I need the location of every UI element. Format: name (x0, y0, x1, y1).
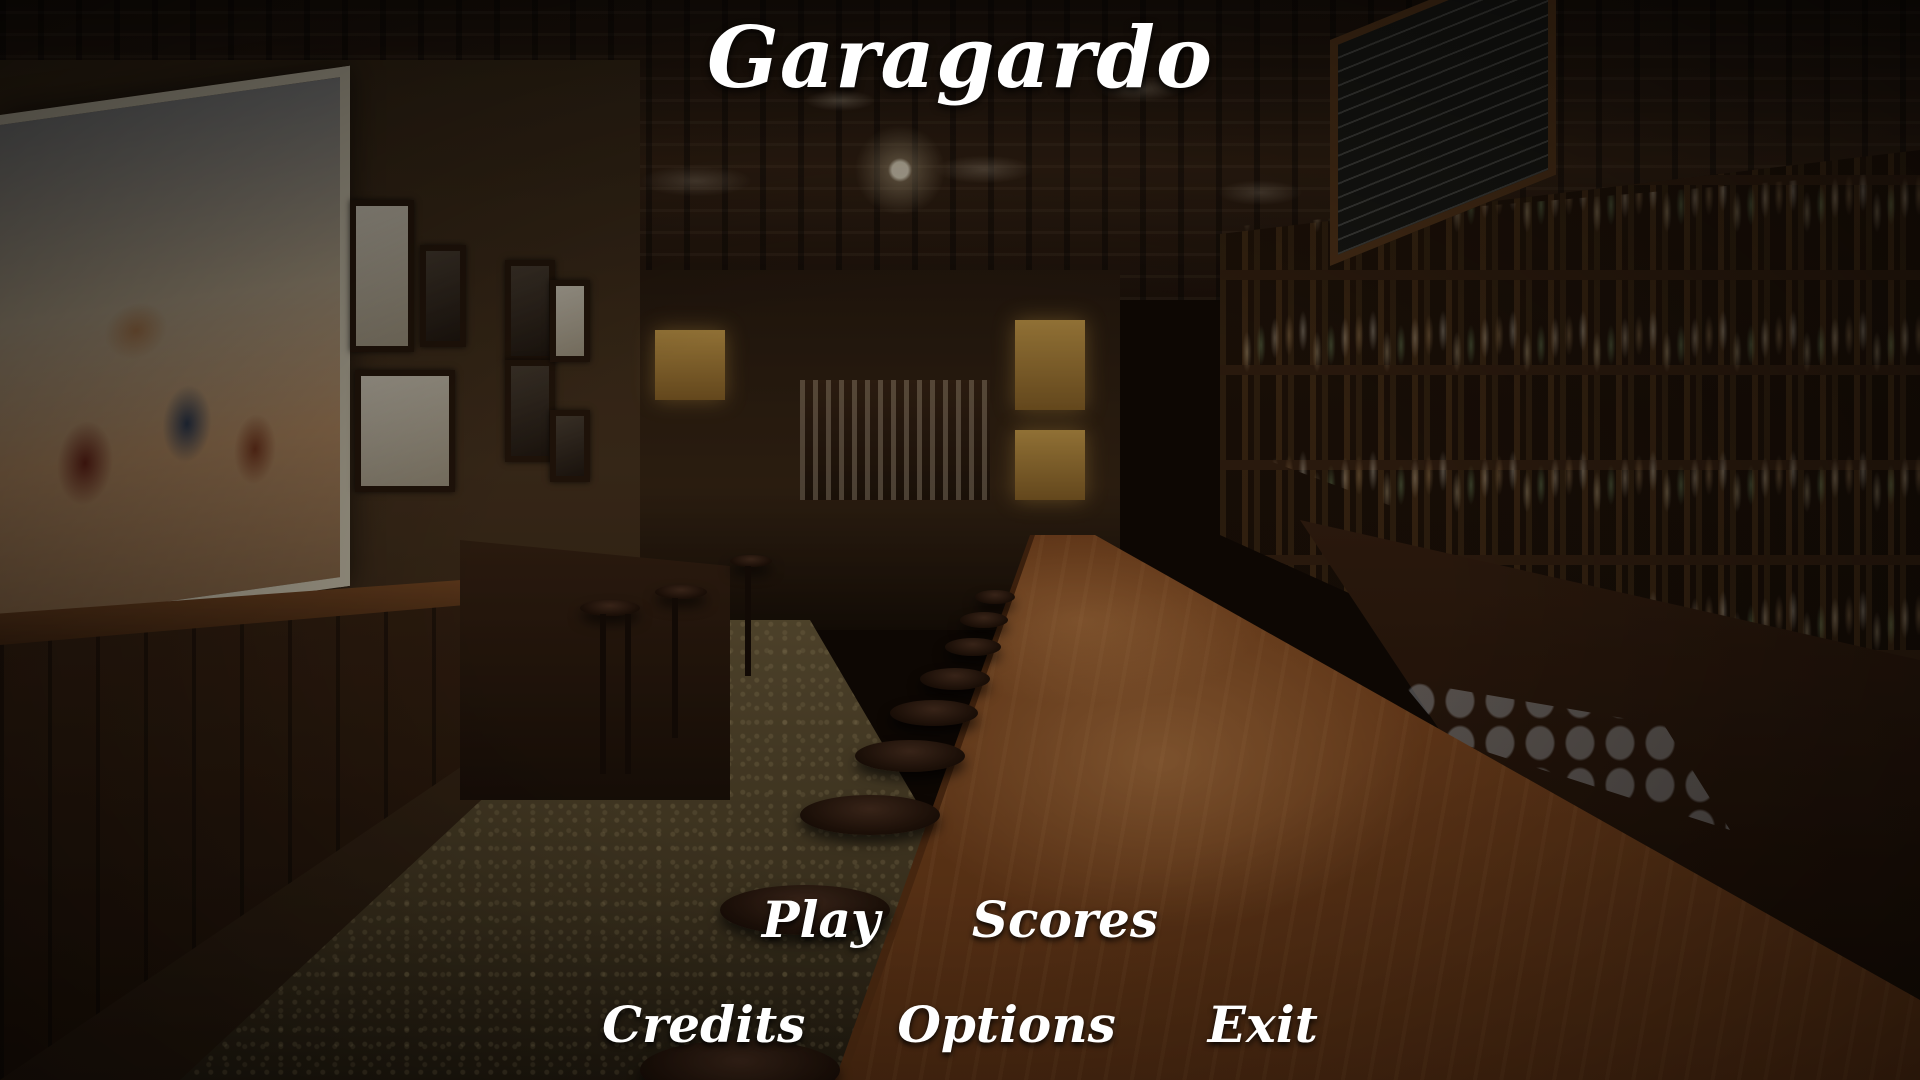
stool-leg (600, 614, 606, 774)
stool-leg (745, 566, 751, 676)
bar-stool (975, 590, 1015, 604)
back-window (655, 330, 725, 400)
wall-frame (355, 370, 455, 492)
wall-frame (350, 200, 414, 352)
back-window (1015, 430, 1085, 500)
bar-stool (800, 795, 940, 835)
back-shelf (800, 380, 990, 500)
bar-stool (890, 700, 978, 726)
wall-painting (0, 65, 350, 635)
title-screen: Garagardo Play Scores Credits Options Ex… (0, 0, 1920, 1080)
exit-button[interactable]: Exit (1202, 995, 1324, 1054)
back-window (1015, 320, 1085, 410)
play-button[interactable]: Play (756, 890, 886, 949)
bar-stool (655, 585, 707, 599)
bar-stool (855, 740, 965, 772)
wall-frame (550, 410, 590, 482)
bar-stool (945, 638, 1001, 656)
menu-row-secondary: Credits Options Exit (0, 995, 1920, 1054)
wall-frame (420, 245, 466, 347)
bar-stool (920, 668, 990, 690)
bar-stool (730, 555, 772, 567)
stool-leg (672, 598, 678, 738)
ceiling-lamp (855, 125, 945, 215)
wall-frame (505, 260, 555, 362)
options-button[interactable]: Options (891, 995, 1121, 1054)
booth (460, 540, 730, 800)
wall-frame (550, 280, 590, 362)
game-title: Garagardo (706, 8, 1214, 107)
menu-row-primary: Play Scores (0, 890, 1920, 949)
bar-stool (960, 612, 1008, 628)
stool-leg (625, 614, 631, 774)
credits-button[interactable]: Credits (596, 995, 811, 1054)
scores-button[interactable]: Scores (966, 890, 1164, 949)
wall-frame (505, 360, 555, 462)
bar-stool (580, 600, 640, 616)
